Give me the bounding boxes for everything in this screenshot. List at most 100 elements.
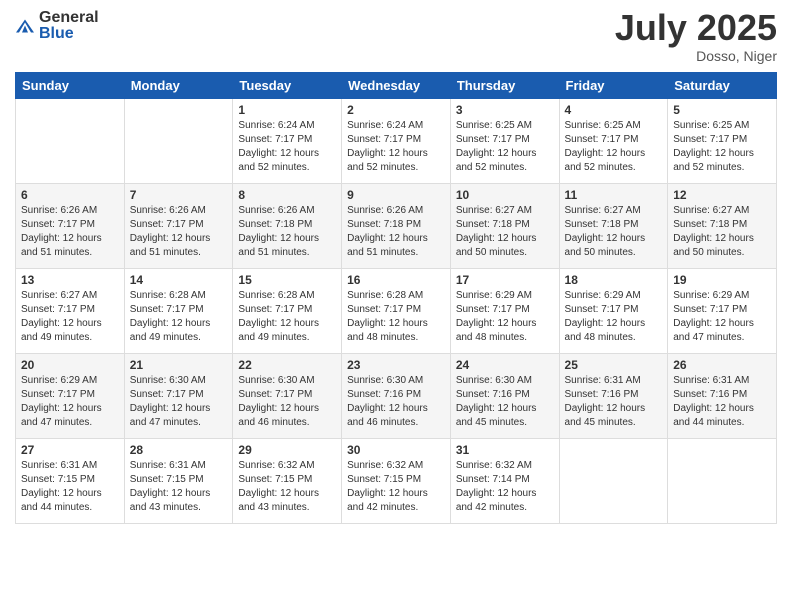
week-row-5: 27 Sunrise: 6:31 AMSunset: 7:15 PMDayligh… [16, 439, 777, 524]
logo-icon [15, 16, 35, 36]
table-row: 8 Sunrise: 6:26 AMSunset: 7:18 PMDaylight… [233, 184, 342, 269]
month-title: July 2025 [615, 10, 777, 46]
day-info: Sunrise: 6:27 AMSunset: 7:18 PMDaylight:… [673, 204, 771, 260]
day-info: Sunrise: 6:27 AMSunset: 7:18 PMDaylight:… [565, 204, 663, 260]
table-row: 24 Sunrise: 6:30 AMSunset: 7:16 PMDayligh… [450, 354, 559, 439]
day-number: 17 [456, 273, 554, 287]
day-number: 26 [673, 358, 771, 372]
table-row: 11 Sunrise: 6:27 AMSunset: 7:18 PMDayligh… [559, 184, 668, 269]
day-number: 18 [565, 273, 663, 287]
day-number: 27 [21, 443, 119, 457]
day-info: Sunrise: 6:28 AMSunset: 7:17 PMDaylight:… [130, 289, 228, 345]
calendar-table: Sunday Monday Tuesday Wednesday Thursday… [15, 72, 777, 524]
day-number: 2 [347, 103, 445, 117]
table-row: 29 Sunrise: 6:32 AMSunset: 7:15 PMDayligh… [233, 439, 342, 524]
day-number: 14 [130, 273, 228, 287]
day-info: Sunrise: 6:25 AMSunset: 7:17 PMDaylight:… [673, 119, 771, 175]
day-info: Sunrise: 6:24 AMSunset: 7:17 PMDaylight:… [347, 119, 445, 175]
day-number: 31 [456, 443, 554, 457]
day-info: Sunrise: 6:31 AMSunset: 7:15 PMDaylight:… [21, 459, 119, 515]
table-row: 25 Sunrise: 6:31 AMSunset: 7:16 PMDayligh… [559, 354, 668, 439]
table-row: 17 Sunrise: 6:29 AMSunset: 7:17 PMDayligh… [450, 269, 559, 354]
table-row: 31Sunrise: 6:32 AMSunset: 7:14 PMDayligh… [450, 439, 559, 524]
logo: General Blue [15, 10, 99, 42]
table-row: 23 Sunrise: 6:30 AMSunset: 7:16 PMDayligh… [342, 354, 451, 439]
table-row: 13 Sunrise: 6:27 AMSunset: 7:17 PMDayligh… [16, 269, 125, 354]
day-number: 24 [456, 358, 554, 372]
day-info: Sunrise: 6:26 AMSunset: 7:18 PMDaylight:… [238, 204, 336, 260]
day-info: Sunrise: 6:32 AMSunset: 7:15 PMDaylight:… [347, 459, 445, 515]
table-row: 16Sunrise: 6:28 AMSunset: 7:17 PMDayligh… [342, 269, 451, 354]
day-number: 7 [130, 188, 228, 202]
table-row: 2 Sunrise: 6:24 AMSunset: 7:17 PMDaylight… [342, 99, 451, 184]
title-area: July 2025 Dosso, Niger [615, 10, 777, 64]
day-number: 20 [21, 358, 119, 372]
day-number: 9 [347, 188, 445, 202]
day-number: 28 [130, 443, 228, 457]
day-info: Sunrise: 6:29 AMSunset: 7:17 PMDaylight:… [673, 289, 771, 345]
week-row-2: 6 Sunrise: 6:26 AMSunset: 7:17 PMDaylight… [16, 184, 777, 269]
day-number: 10 [456, 188, 554, 202]
logo-general: General [39, 10, 99, 26]
day-info: Sunrise: 6:31 AMSunset: 7:15 PMDaylight:… [130, 459, 228, 515]
location: Dosso, Niger [615, 48, 777, 64]
day-info: Sunrise: 6:30 AMSunset: 7:16 PMDaylight:… [347, 374, 445, 430]
table-row: 12 Sunrise: 6:27 AMSunset: 7:18 PMDayligh… [668, 184, 777, 269]
day-number: 11 [565, 188, 663, 202]
table-row: 7 Sunrise: 6:26 AMSunset: 7:17 PMDaylight… [124, 184, 233, 269]
day-info: Sunrise: 6:29 AMSunset: 7:17 PMDaylight:… [456, 289, 554, 345]
table-row: 14 Sunrise: 6:28 AMSunset: 7:17 PMDayligh… [124, 269, 233, 354]
day-info: Sunrise: 6:26 AMSunset: 7:17 PMDaylight:… [21, 204, 119, 260]
header-friday: Friday [559, 73, 668, 99]
day-info: Sunrise: 6:26 AMSunset: 7:17 PMDaylight:… [130, 204, 228, 260]
table-row: 5Sunrise: 6:25 AMSunset: 7:17 PMDaylight… [668, 99, 777, 184]
table-row [559, 439, 668, 524]
day-info: Sunrise: 6:29 AMSunset: 7:17 PMDaylight:… [565, 289, 663, 345]
header-tuesday: Tuesday [233, 73, 342, 99]
day-info: Sunrise: 6:30 AMSunset: 7:16 PMDaylight:… [456, 374, 554, 430]
table-row: 3Sunrise: 6:25 AMSunset: 7:17 PMDaylight… [450, 99, 559, 184]
header-sunday: Sunday [16, 73, 125, 99]
day-number: 1 [238, 103, 336, 117]
day-number: 15 [238, 273, 336, 287]
day-number: 4 [565, 103, 663, 117]
table-row: 18 Sunrise: 6:29 AMSunset: 7:17 PMDayligh… [559, 269, 668, 354]
day-number: 19 [673, 273, 771, 287]
day-number: 13 [21, 273, 119, 287]
day-info: Sunrise: 6:32 AMSunset: 7:15 PMDaylight:… [238, 459, 336, 515]
logo-blue: Blue [39, 26, 99, 42]
header-wednesday: Wednesday [342, 73, 451, 99]
page: General Blue July 2025 Dosso, Niger Sund… [0, 0, 792, 612]
day-number: 21 [130, 358, 228, 372]
weekday-header-row: Sunday Monday Tuesday Wednesday Thursday… [16, 73, 777, 99]
table-row: 28 Sunrise: 6:31 AMSunset: 7:15 PMDayligh… [124, 439, 233, 524]
table-row [124, 99, 233, 184]
day-info: Sunrise: 6:25 AMSunset: 7:17 PMDaylight:… [565, 119, 663, 175]
header-monday: Monday [124, 73, 233, 99]
day-info: Sunrise: 6:31 AMSunset: 7:16 PMDaylight:… [673, 374, 771, 430]
day-info: Sunrise: 6:31 AMSunset: 7:16 PMDaylight:… [565, 374, 663, 430]
day-info: Sunrise: 6:27 AMSunset: 7:18 PMDaylight:… [456, 204, 554, 260]
day-info: Sunrise: 6:30 AMSunset: 7:17 PMDaylight:… [238, 374, 336, 430]
day-number: 12 [673, 188, 771, 202]
day-info: Sunrise: 6:28 AMSunset: 7:17 PMDaylight:… [347, 289, 445, 345]
header-saturday: Saturday [668, 73, 777, 99]
table-row: 27 Sunrise: 6:31 AMSunset: 7:15 PMDayligh… [16, 439, 125, 524]
week-row-4: 20 Sunrise: 6:29 AMSunset: 7:17 PMDayligh… [16, 354, 777, 439]
header: General Blue July 2025 Dosso, Niger [15, 10, 777, 64]
table-row: 30Sunrise: 6:32 AMSunset: 7:15 PMDayligh… [342, 439, 451, 524]
table-row: 26 Sunrise: 6:31 AMSunset: 7:16 PMDayligh… [668, 354, 777, 439]
day-info: Sunrise: 6:25 AMSunset: 7:17 PMDaylight:… [456, 119, 554, 175]
day-number: 29 [238, 443, 336, 457]
day-info: Sunrise: 6:28 AMSunset: 7:17 PMDaylight:… [238, 289, 336, 345]
day-info: Sunrise: 6:27 AMSunset: 7:17 PMDaylight:… [21, 289, 119, 345]
day-number: 23 [347, 358, 445, 372]
day-number: 6 [21, 188, 119, 202]
day-info: Sunrise: 6:29 AMSunset: 7:17 PMDaylight:… [21, 374, 119, 430]
day-number: 25 [565, 358, 663, 372]
table-row: 4 Sunrise: 6:25 AMSunset: 7:17 PMDaylight… [559, 99, 668, 184]
table-row: 22Sunrise: 6:30 AMSunset: 7:17 PMDayligh… [233, 354, 342, 439]
table-row: 9Sunrise: 6:26 AMSunset: 7:18 PMDaylight… [342, 184, 451, 269]
day-number: 8 [238, 188, 336, 202]
table-row: 15 Sunrise: 6:28 AMSunset: 7:17 PMDayligh… [233, 269, 342, 354]
